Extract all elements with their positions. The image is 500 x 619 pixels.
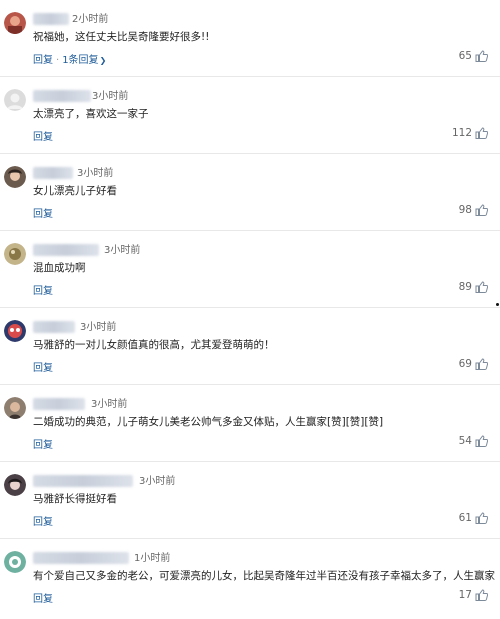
comment-item: 3小时前 混血成功啊 回复 89 xyxy=(0,231,500,308)
comment-time: 3小时前 xyxy=(92,91,129,102)
thumbs-up-icon xyxy=(475,589,488,601)
comment-item: 3小时前 太漂亮了，喜欢这一家子 回复 112 xyxy=(0,77,500,154)
comment-text: 二婚成功的典范，儿子萌女儿美老公帅气多金又体贴，人生赢家[赞][赞][赞] xyxy=(33,416,384,428)
comment-item: 3小时前 女儿漂亮儿子好看 回复 98 xyxy=(0,154,500,231)
like-button[interactable]: 69 xyxy=(459,358,488,370)
username-blurred[interactable] xyxy=(33,552,129,564)
thumbs-up-icon xyxy=(475,435,488,447)
like-count: 89 xyxy=(458,281,472,293)
username-blurred[interactable] xyxy=(33,13,69,25)
avatar[interactable] xyxy=(4,474,26,496)
scroll-marker xyxy=(496,303,499,306)
reply-button[interactable]: 回复 xyxy=(33,209,53,220)
like-count: 112 xyxy=(451,127,472,139)
like-button[interactable]: 89 xyxy=(459,281,488,293)
avatar[interactable] xyxy=(4,243,26,265)
thumbs-up-icon xyxy=(475,50,488,62)
like-count: 65 xyxy=(458,50,472,62)
reply-button[interactable]: 回复 xyxy=(33,286,53,297)
avatar[interactable] xyxy=(4,166,26,188)
thumbs-up-icon xyxy=(475,358,488,370)
thumbs-up-icon xyxy=(475,281,488,293)
like-button[interactable]: 65 xyxy=(459,50,488,62)
avatar[interactable] xyxy=(4,89,26,111)
chevron-down-icon: ❯ xyxy=(99,56,107,65)
comment-time: 3小时前 xyxy=(80,322,117,333)
comment-item: 3小时前 二婚成功的典范，儿子萌女儿美老公帅气多金又体贴，人生赢家[赞][赞][… xyxy=(0,385,500,462)
avatar[interactable] xyxy=(4,320,26,342)
avatar[interactable] xyxy=(4,397,26,419)
comment-time: 3小时前 xyxy=(77,168,114,179)
username-blurred[interactable] xyxy=(33,244,99,256)
comment-item: 3小时前 马雅舒长得挺好看 回复 61 xyxy=(0,462,500,539)
username-blurred[interactable] xyxy=(33,167,73,179)
username-blurred[interactable] xyxy=(33,90,91,102)
thumbs-up-icon xyxy=(475,127,488,139)
username-blurred[interactable] xyxy=(33,321,75,333)
comment-time: 2小时前 xyxy=(72,14,109,25)
reply-button[interactable]: 回复 xyxy=(33,132,53,143)
comment-item: 1小时前 有个爱自己又多金的老公，可爱漂亮的儿女，比起吴奇隆年过半百还没有孩子幸… xyxy=(0,539,500,616)
like-button[interactable]: 112 xyxy=(452,127,488,139)
username-blurred[interactable] xyxy=(33,475,133,487)
like-count: 98 xyxy=(458,204,472,216)
separator: · xyxy=(56,55,60,66)
reply-button[interactable]: 回复 xyxy=(33,594,53,605)
comment-item: 2小时前 祝福她，这任丈夫比吴奇隆要好很多!! 回复 · 1条回复❯ 65 xyxy=(0,0,500,77)
like-button[interactable]: 54 xyxy=(459,435,488,447)
avatar[interactable] xyxy=(4,12,26,34)
reply-button[interactable]: 回复 xyxy=(33,517,53,528)
comment-time: 3小时前 xyxy=(104,245,141,256)
like-count: 69 xyxy=(458,358,472,370)
like-button[interactable]: 61 xyxy=(459,512,488,524)
comment-text: 有个爱自己又多金的老公，可爱漂亮的儿女，比起吴奇隆年过半百还没有孩子幸福太多了，… xyxy=(33,570,495,582)
comment-item: 3小时前 马雅舒的一对儿女颜值真的很高，尤其爱登萌萌的！ 回复 69 xyxy=(0,308,500,385)
comment-text: 马雅舒的一对儿女颜值真的很高，尤其爱登萌萌的！ xyxy=(33,339,275,351)
comment-text: 混血成功啊 xyxy=(33,262,86,274)
comment-text: 祝福她，这任丈夫比吴奇隆要好很多!! xyxy=(33,31,210,43)
thumbs-up-icon xyxy=(475,512,488,524)
like-button[interactable]: 17 xyxy=(459,589,488,601)
username-blurred[interactable] xyxy=(33,398,85,410)
comment-text: 女儿漂亮儿子好看 xyxy=(33,185,117,197)
reply-button[interactable]: 回复 xyxy=(33,363,53,374)
thumbs-up-icon xyxy=(475,204,488,216)
like-count: 61 xyxy=(458,512,472,524)
comment-time: 1小时前 xyxy=(134,553,171,564)
avatar[interactable] xyxy=(4,551,26,573)
like-count: 17 xyxy=(458,589,472,601)
reply-button[interactable]: 回复 xyxy=(33,55,53,66)
like-button[interactable]: 98 xyxy=(459,204,488,216)
view-replies-link[interactable]: 1条回复❯ xyxy=(62,55,106,66)
comment-time: 3小时前 xyxy=(139,476,176,487)
like-count: 54 xyxy=(458,435,472,447)
comment-text: 马雅舒长得挺好看 xyxy=(33,493,117,505)
comment-text: 太漂亮了，喜欢这一家子 xyxy=(33,108,149,120)
comment-time: 3小时前 xyxy=(91,399,128,410)
reply-button[interactable]: 回复 xyxy=(33,440,53,451)
